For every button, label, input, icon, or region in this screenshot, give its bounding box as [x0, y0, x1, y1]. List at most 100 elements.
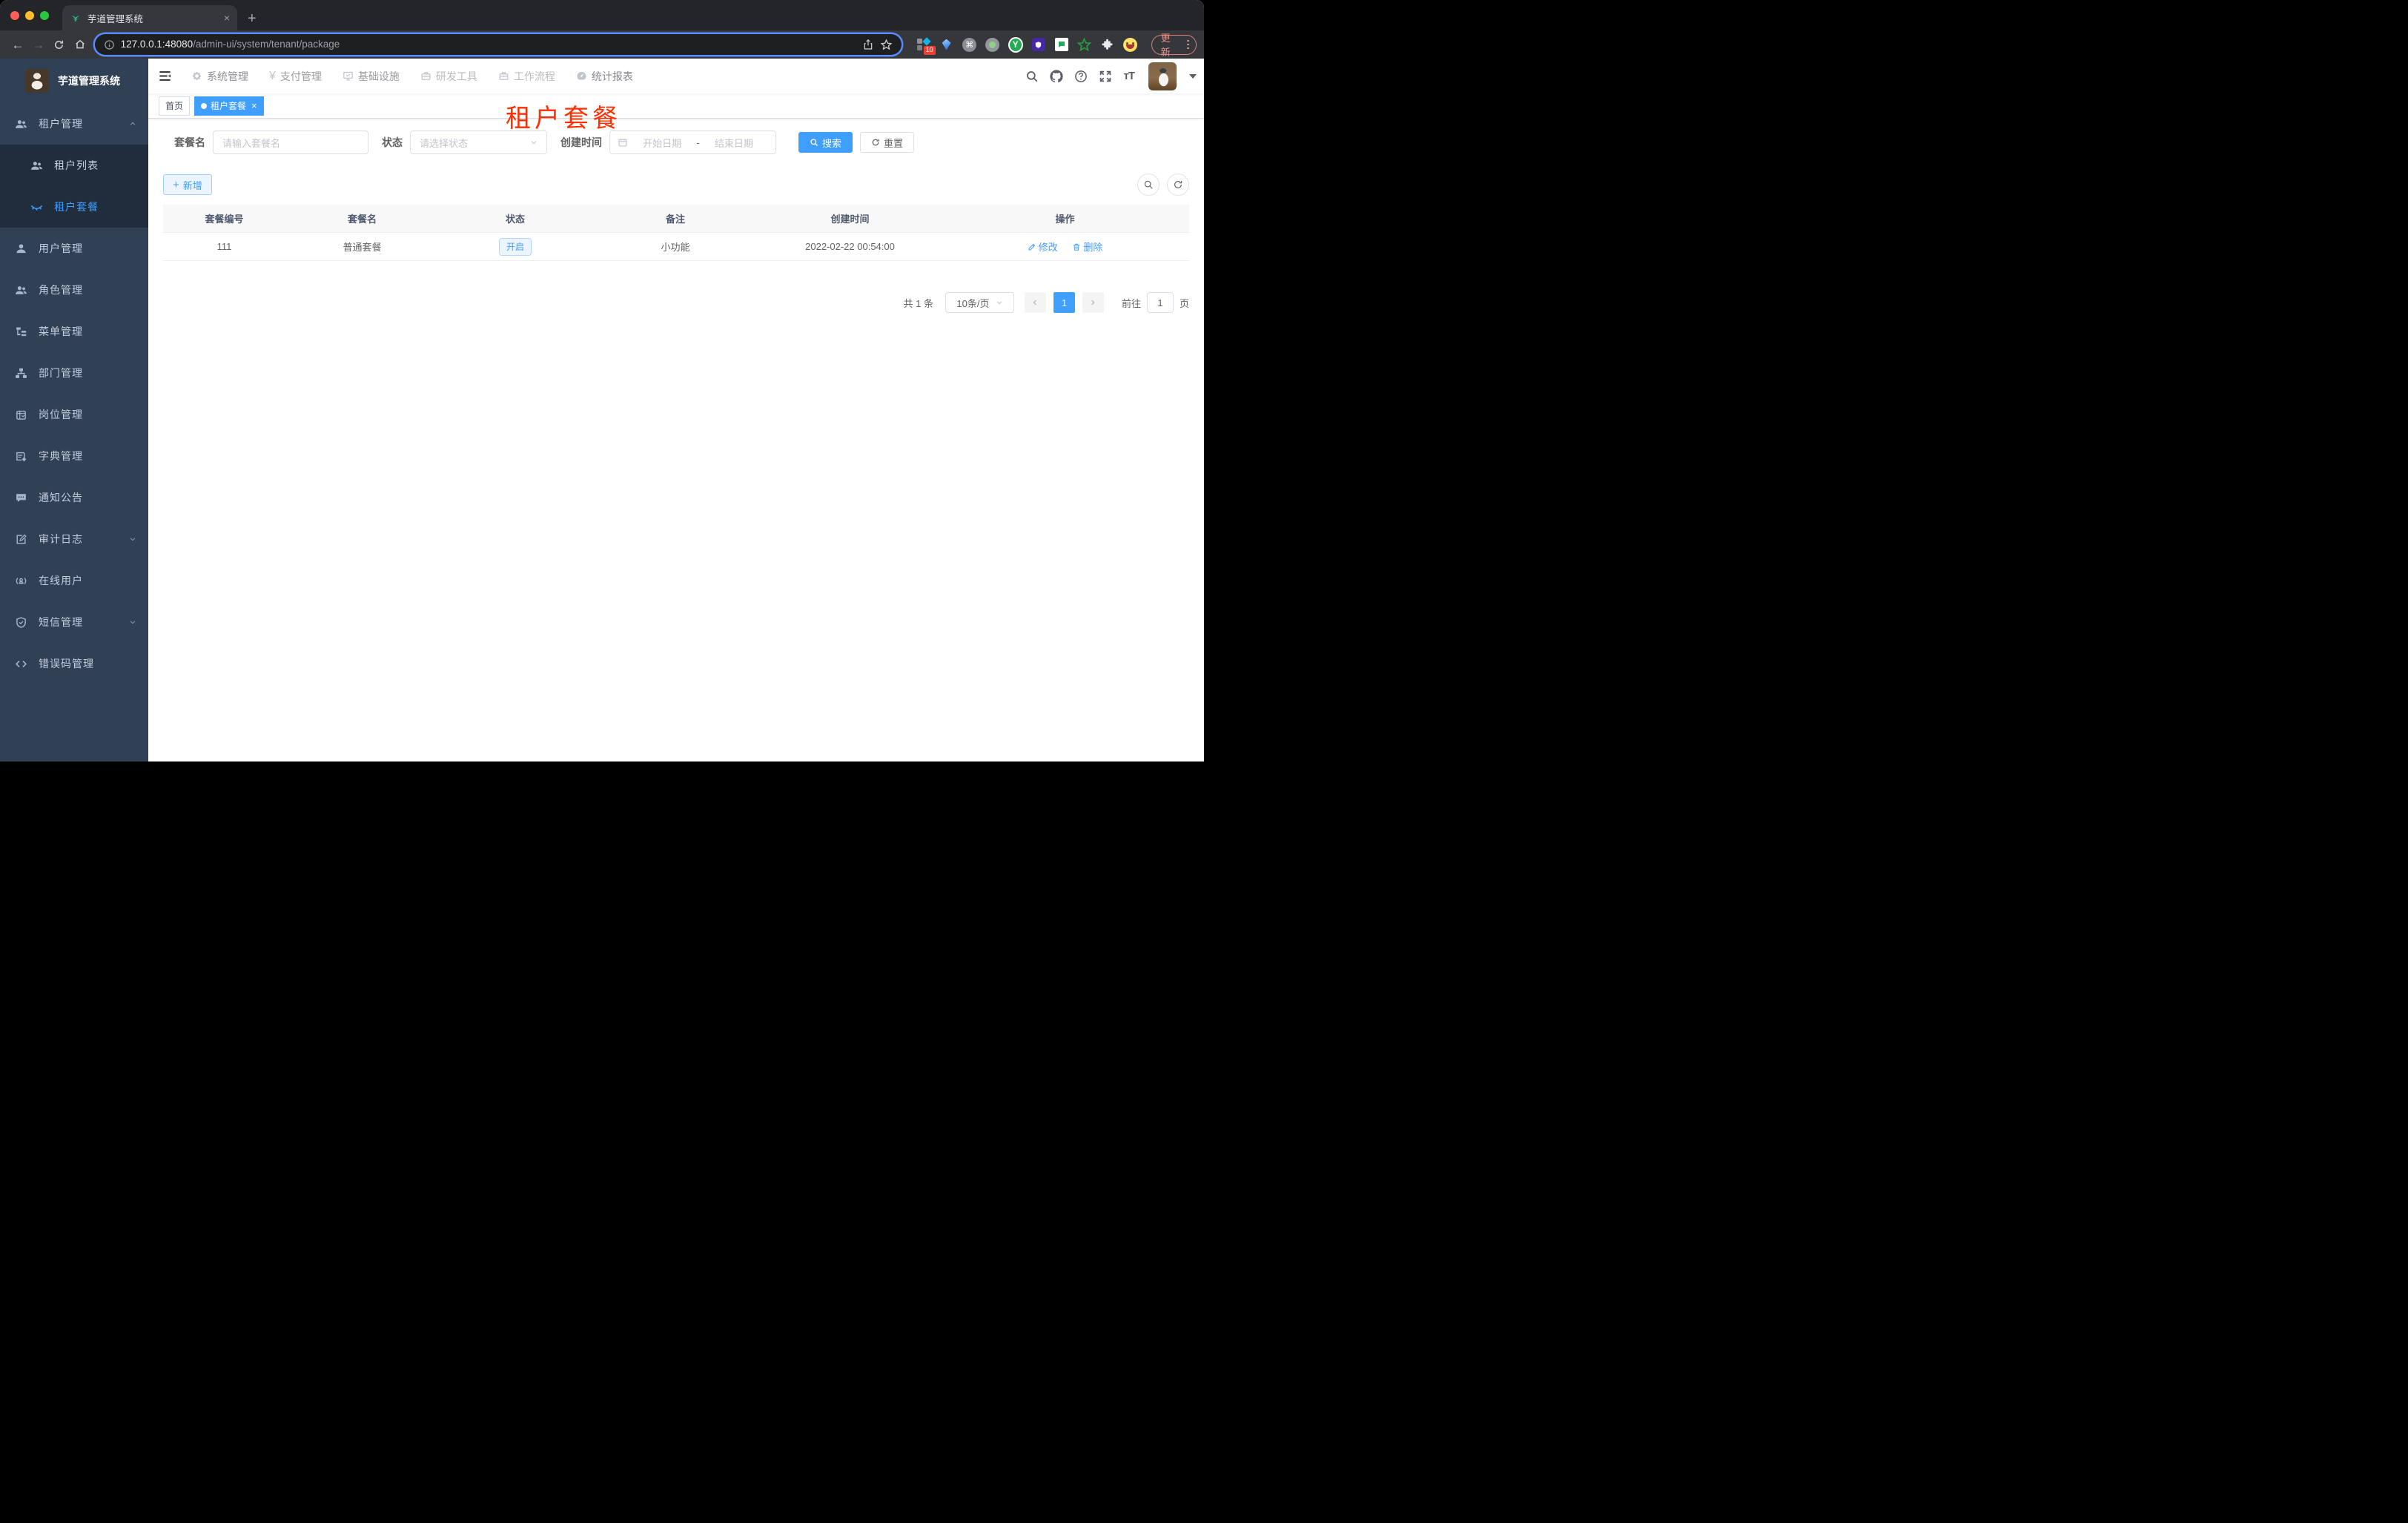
status-badge[interactable]: 开启 [498, 237, 532, 256]
nav-item-label: 统计报表 [591, 70, 633, 82]
date-range-picker[interactable]: 开始日期 - 结束日期 [609, 131, 776, 154]
extensions-cluster: 10 ⌘ Y [916, 36, 1138, 55]
extension-monkey-icon[interactable]: 10 [916, 37, 936, 55]
browser-update-button[interactable]: 更新 [1151, 33, 1197, 58]
peoples-icon [15, 284, 27, 297]
extensions-puzzle-icon[interactable] [1100, 37, 1115, 52]
page-number-1[interactable]: 1 [1053, 292, 1075, 313]
help-icon[interactable] [1074, 70, 1088, 83]
table-row[interactable]: 111 普通套餐 开启 小功能 2022-02-22 00:54:00 修改 删… [163, 233, 1189, 261]
extension-gem-icon[interactable] [939, 37, 954, 52]
sidebar-item-label: 用户管理 [39, 242, 83, 254]
traffic-lights [10, 11, 49, 20]
sidebar-item-label: 通知公告 [39, 492, 83, 503]
search-button-label: 搜索 [822, 137, 842, 149]
fullscreen-icon[interactable] [1099, 70, 1112, 83]
extension-recorder-icon[interactable] [985, 37, 1000, 52]
sidebar-item-tenant-management[interactable]: 租户管理 [0, 103, 148, 145]
sidebar-item-post-management[interactable]: 岗位管理 [0, 394, 148, 435]
font-size-icon[interactable]: ᴛT [1123, 70, 1134, 82]
browser-tab[interactable]: 芋道管理系统 × [62, 5, 237, 30]
sidebar-item-tenant-list[interactable]: 租户列表 [0, 145, 148, 186]
sidebar-item-error-code-management[interactable]: 错误码管理 [0, 643, 148, 684]
reload-icon[interactable] [49, 39, 70, 50]
col-header-create-time: 创建时间 [830, 214, 870, 225]
tag-home[interactable]: 首页 [159, 96, 191, 116]
sidebar-item-online-users[interactable]: 在线用户 [0, 560, 148, 601]
extension-shield-icon[interactable] [1031, 37, 1046, 52]
address-bar[interactable]: 127.0.0.1:48080/admin-ui/system/tenant/p… [94, 34, 902, 55]
github-icon[interactable] [1050, 69, 1064, 83]
pagination: 共 1 条 10条/页 1 前往 1 页 [163, 292, 1189, 313]
goto-page-input[interactable]: 1 [1146, 292, 1174, 313]
nav-item-dev-tools[interactable]: 研发工具 [410, 59, 488, 93]
back-icon[interactable]: ← [7, 39, 28, 51]
tag-close-icon[interactable]: × [251, 101, 257, 110]
sidebar-collapse-icon[interactable] [148, 69, 181, 83]
extension-y-icon[interactable]: Y [1008, 36, 1023, 53]
extension-star-icon[interactable] [1077, 37, 1092, 52]
sidebar-item-notice[interactable]: 通知公告 [0, 477, 148, 518]
new-tab-button[interactable]: + [248, 11, 257, 26]
code-icon [15, 658, 27, 670]
tab-title: 芋道管理系统 [87, 13, 144, 24]
page-size-select[interactable]: 10条/页 [945, 292, 1014, 313]
edit-link[interactable]: 修改 [1028, 239, 1058, 254]
refresh-icon [872, 139, 879, 146]
extension-chat-icon[interactable] [1054, 37, 1069, 52]
chevron-right-icon [1091, 300, 1096, 305]
refresh-table-button[interactable] [1167, 174, 1189, 196]
minimize-window-button[interactable] [25, 11, 34, 20]
pagination-total: 共 1 条 [903, 297, 933, 309]
bookmark-star-icon[interactable] [880, 39, 893, 51]
prev-page-button[interactable] [1024, 292, 1046, 313]
sidebar-item-sms-management[interactable]: 短信管理 [0, 601, 148, 643]
browser-menu-icon[interactable] [1187, 39, 1189, 50]
nav-item-statistics-report[interactable]: 统计报表 [566, 59, 644, 93]
sidebar-item-dept-management[interactable]: 部门管理 [0, 352, 148, 394]
zoom-window-button[interactable] [40, 11, 49, 20]
plus-icon: + [173, 178, 179, 191]
top-nav-menu: 系统管理 ¥ 支付管理 基础设施 研发工具 工作流程 统计报表 [181, 59, 644, 93]
show-search-button[interactable] [1137, 174, 1160, 196]
nav-item-system-management[interactable]: 系统管理 [181, 59, 259, 93]
col-header-actions: 操作 [1055, 214, 1075, 225]
search-icon [1144, 180, 1153, 189]
extension-command-icon[interactable]: ⌘ [962, 37, 977, 52]
sidebar-item-label: 岗位管理 [39, 409, 83, 420]
sidebar-item-dict-management[interactable]: 字典管理 [0, 435, 148, 477]
browser-window: 芋道管理系统 × + ← → 127.0.0.1:48080/admin-ui/… [0, 0, 1204, 762]
tag-tenant-package[interactable]: 租户套餐 × [194, 96, 264, 116]
sidebar-logo[interactable]: 芋道管理系统 [0, 59, 148, 103]
next-page-button[interactable] [1082, 292, 1104, 313]
share-icon[interactable] [862, 39, 874, 50]
site-info-icon[interactable] [104, 39, 115, 50]
sidebar-item-user-management[interactable]: 用户管理 [0, 228, 148, 269]
end-date-placeholder[interactable]: 结束日期 [700, 136, 768, 150]
sidebar-item-menu-management[interactable]: 菜单管理 [0, 311, 148, 352]
extension-badge: 10 [923, 46, 936, 55]
add-button[interactable]: + 新增 [163, 174, 212, 195]
start-date-placeholder[interactable]: 开始日期 [628, 136, 696, 150]
reset-button[interactable]: 重置 [860, 132, 915, 153]
search-button[interactable]: 搜索 [798, 132, 853, 153]
sidebar-item-tenant-package[interactable]: 租户套餐 [0, 186, 148, 228]
peoples-icon [30, 159, 43, 172]
sidebar-item-label: 租户列表 [54, 159, 99, 171]
close-window-button[interactable] [10, 11, 19, 20]
tab-close-icon[interactable]: × [224, 13, 230, 23]
sidebar-item-audit-log[interactable]: 审计日志 [0, 518, 148, 560]
forward-icon[interactable]: → [28, 39, 49, 51]
extension-emoji-icon[interactable] [1123, 37, 1138, 52]
avatar-dropdown-icon[interactable] [1189, 73, 1197, 79]
sidebar-item-label: 角色管理 [39, 284, 83, 296]
sidebar-item-role-management[interactable]: 角色管理 [0, 269, 148, 311]
home-icon[interactable] [70, 39, 90, 50]
package-name-input[interactable]: 请输入套餐名 [213, 131, 368, 154]
search-icon[interactable] [1025, 70, 1039, 83]
nav-item-infrastructure[interactable]: 基础设施 [332, 59, 410, 93]
user-avatar[interactable] [1148, 62, 1177, 90]
delete-link[interactable]: 删除 [1072, 239, 1102, 254]
nav-item-payment-management[interactable]: ¥ 支付管理 [259, 59, 332, 93]
nav-item-workflow[interactable]: 工作流程 [488, 59, 566, 93]
